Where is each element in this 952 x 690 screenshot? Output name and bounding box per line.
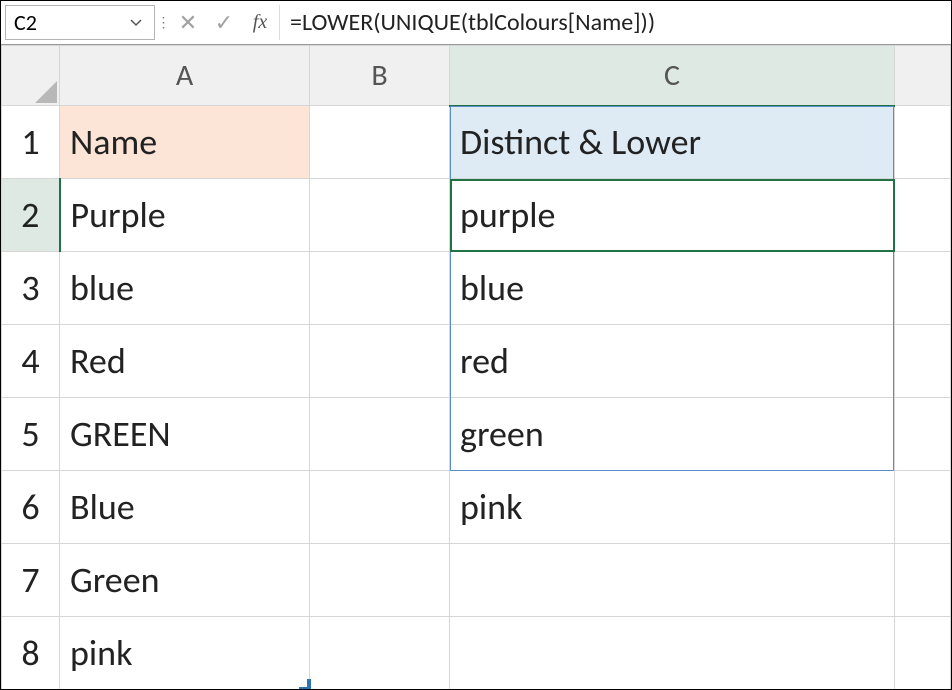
cell-C2[interactable]: purple bbox=[450, 179, 895, 252]
column-header-row: A B C bbox=[2, 46, 951, 106]
name-box-value: C2 bbox=[14, 9, 126, 36]
formula-bar-separator-icon: ⋮ bbox=[157, 1, 169, 44]
row-header-7[interactable]: 7 bbox=[2, 544, 60, 617]
cell-A3[interactable]: blue bbox=[60, 252, 310, 325]
cell-C1[interactable]: Distinct & Lower bbox=[450, 106, 895, 179]
cell-C3[interactable]: blue bbox=[450, 252, 895, 325]
cell-A2[interactable]: Purple bbox=[60, 179, 310, 252]
column-header-extra[interactable] bbox=[895, 46, 951, 106]
row-8: 8 pink bbox=[2, 617, 951, 690]
cell-B1[interactable] bbox=[310, 106, 450, 179]
formula-bar-buttons: ✕ ✓ fx bbox=[169, 1, 279, 44]
cell-B8[interactable] bbox=[310, 617, 450, 690]
cell-C6[interactable]: pink bbox=[450, 471, 895, 544]
name-box-dropdown-icon[interactable] bbox=[126, 19, 146, 27]
row-header-1[interactable]: 1 bbox=[2, 106, 60, 179]
cell-B2[interactable] bbox=[310, 179, 450, 252]
cell-A8[interactable]: pink bbox=[60, 617, 310, 690]
row-3: 3 blue blue bbox=[2, 252, 951, 325]
row-7: 7 Green bbox=[2, 544, 951, 617]
cell-B3[interactable] bbox=[310, 252, 450, 325]
cell-A5[interactable]: GREEN bbox=[60, 398, 310, 471]
cell-D6[interactable] bbox=[895, 471, 951, 544]
cell-D5[interactable] bbox=[895, 398, 951, 471]
cell-D8[interactable] bbox=[895, 617, 951, 690]
name-box[interactable]: C2 bbox=[5, 5, 155, 40]
cell-D7[interactable] bbox=[895, 544, 951, 617]
insert-function-button[interactable]: fx bbox=[245, 8, 275, 38]
cell-C4[interactable]: red bbox=[450, 325, 895, 398]
row-header-5[interactable]: 5 bbox=[2, 398, 60, 471]
row-header-2[interactable]: 2 bbox=[2, 179, 60, 252]
row-header-4[interactable]: 4 bbox=[2, 325, 60, 398]
cell-D4[interactable] bbox=[895, 325, 951, 398]
cell-C7[interactable] bbox=[450, 544, 895, 617]
cell-D1[interactable] bbox=[895, 106, 951, 179]
cell-D2[interactable] bbox=[895, 179, 951, 252]
worksheet-grid[interactable]: A B C 1 Name Distinct & Lower 2 Purple p… bbox=[1, 45, 951, 689]
cell-C5[interactable]: green bbox=[450, 398, 895, 471]
column-header-C[interactable]: C bbox=[450, 46, 895, 106]
column-header-A[interactable]: A bbox=[60, 46, 310, 106]
cell-C8[interactable] bbox=[450, 617, 895, 690]
confirm-formula-button[interactable]: ✓ bbox=[209, 8, 239, 38]
cell-D3[interactable] bbox=[895, 252, 951, 325]
formula-bar: C2 ⋮ ✕ ✓ fx =LOWER(UNIQUE(tblColours[Nam… bbox=[1, 1, 951, 45]
cell-B6[interactable] bbox=[310, 471, 450, 544]
row-4: 4 Red red bbox=[2, 325, 951, 398]
cell-A1[interactable]: Name bbox=[60, 106, 310, 179]
cell-B7[interactable] bbox=[310, 544, 450, 617]
select-all-corner[interactable] bbox=[2, 46, 60, 106]
row-1: 1 Name Distinct & Lower bbox=[2, 106, 951, 179]
row-header-6[interactable]: 6 bbox=[2, 471, 60, 544]
cell-A7[interactable]: Green bbox=[60, 544, 310, 617]
formula-input[interactable]: =LOWER(UNIQUE(tblColours[Name])) bbox=[279, 5, 947, 40]
row-header-3[interactable]: 3 bbox=[2, 252, 60, 325]
cancel-formula-button[interactable]: ✕ bbox=[173, 8, 203, 38]
cell-B4[interactable] bbox=[310, 325, 450, 398]
row-6: 6 Blue pink bbox=[2, 471, 951, 544]
cell-A6[interactable]: Blue bbox=[60, 471, 310, 544]
cell-B5[interactable] bbox=[310, 398, 450, 471]
row-header-8[interactable]: 8 bbox=[2, 617, 60, 690]
row-2: 2 Purple purple bbox=[2, 179, 951, 252]
cell-A4[interactable]: Red bbox=[60, 325, 310, 398]
row-5: 5 GREEN green bbox=[2, 398, 951, 471]
column-header-B[interactable]: B bbox=[310, 46, 450, 106]
